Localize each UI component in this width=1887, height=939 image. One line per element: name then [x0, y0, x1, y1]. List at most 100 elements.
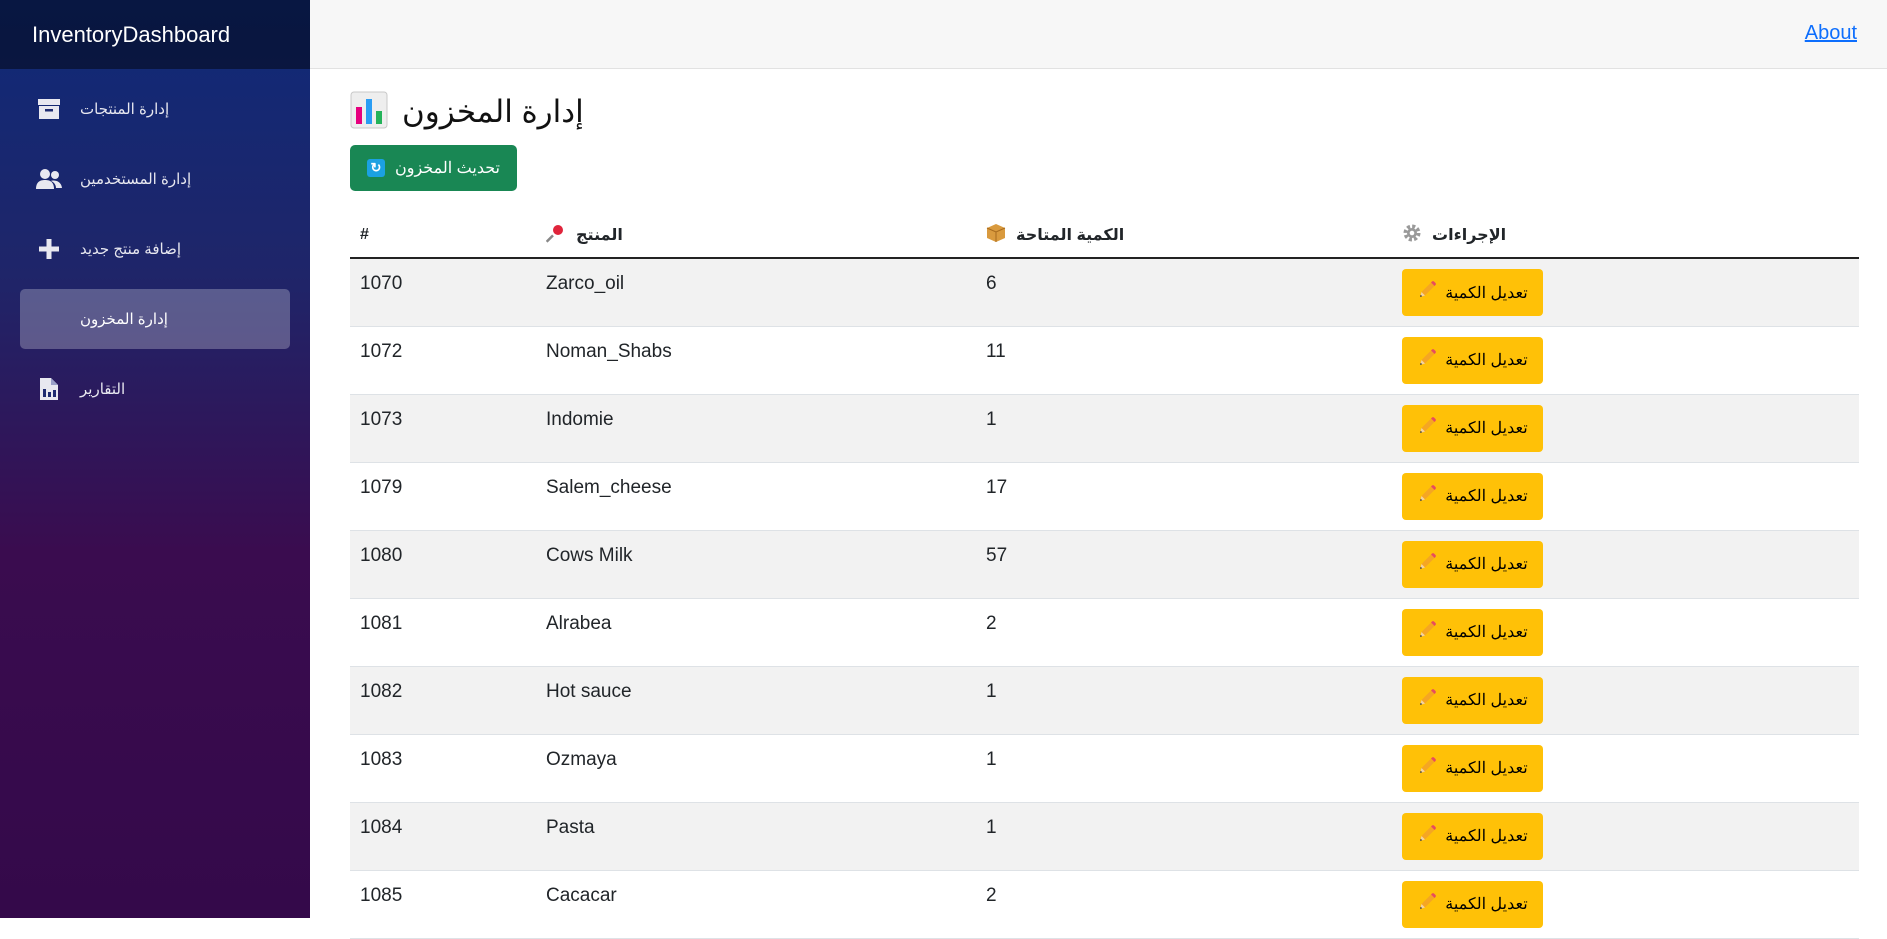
cell-product: Alrabea: [536, 598, 976, 667]
edit-quantity-label: تعديل الكمية: [1445, 352, 1528, 369]
top-bar: About: [310, 0, 1887, 69]
sidebar-item-users[interactable]: إدارة المستخدمين: [20, 149, 290, 209]
sidebar-item-label: إدارة المنتجات: [80, 101, 170, 118]
table-row: 1082 Hot sauce 1 تعديل الكمية: [350, 666, 1859, 735]
sidebar-item-inventory[interactable]: إدارة المخزون: [20, 289, 290, 349]
cell-product: Pasta: [536, 802, 976, 871]
pencil-icon: [1417, 756, 1437, 781]
edit-quantity-button[interactable]: تعديل الكمية: [1402, 472, 1543, 520]
column-header-id: #: [350, 213, 536, 259]
report-document-icon: [36, 376, 62, 402]
cell-actions: تعديل الكمية: [1392, 258, 1859, 327]
cell-id: 1082: [350, 666, 536, 735]
cell-id: 1070: [350, 258, 536, 327]
table-row: 1073 Indomie 1 تعديل الكمية: [350, 394, 1859, 463]
edit-quantity-label: تعديل الكمية: [1445, 896, 1528, 913]
table-header-row: # المنتج الكمية المتاحة الإجراءات: [350, 213, 1859, 259]
sidebar-item-add-product[interactable]: إضافة منتج جديد: [20, 219, 290, 279]
page-title-row: إدارة المخزون: [350, 91, 1859, 134]
sidebar-item-label: إضافة منتج جديد: [80, 241, 181, 258]
cell-id: 1083: [350, 734, 536, 803]
edit-quantity-label: تعديل الكمية: [1445, 828, 1528, 845]
cell-quantity: 2: [976, 598, 1392, 667]
cell-id: 1073: [350, 394, 536, 463]
cell-actions: تعديل الكمية: [1392, 870, 1859, 939]
cell-id: 1072: [350, 326, 536, 395]
table-row: 1084 Pasta 1 تعديل الكمية: [350, 802, 1859, 871]
pencil-icon: [1417, 688, 1437, 713]
main-content: إدارة المخزون ↻ تحديث المخزون # المنتج ا…: [350, 69, 1859, 939]
edit-quantity-button[interactable]: تعديل الكمية: [1402, 540, 1543, 588]
table-row: 1079 Salem_cheese 17 تعديل الكمية: [350, 462, 1859, 531]
cell-actions: تعديل الكمية: [1392, 802, 1859, 871]
sidebar-item-label: التقارير: [80, 381, 126, 398]
pencil-icon: [1417, 552, 1437, 577]
cell-id: 1084: [350, 802, 536, 871]
refresh-inventory-button[interactable]: ↻ تحديث المخزون: [350, 145, 517, 191]
sidebar-item-label: إدارة المخزون: [80, 311, 168, 328]
cell-quantity: 1: [976, 802, 1392, 871]
cell-quantity: 11: [976, 326, 1392, 395]
cell-actions: تعديل الكمية: [1392, 666, 1859, 735]
inventory-table: # المنتج الكمية المتاحة الإجراءات 1070 Z…: [350, 213, 1859, 939]
table-row: 1083 Ozmaya 1 تعديل الكمية: [350, 734, 1859, 803]
cell-actions: تعديل الكمية: [1392, 734, 1859, 803]
sidebar: InventoryDashboard إدارة المنتجات إدارة …: [0, 0, 310, 918]
bar-chart-icon: [350, 91, 388, 134]
edit-quantity-label: تعديل الكمية: [1445, 284, 1528, 302]
cell-quantity: 2: [976, 870, 1392, 939]
edit-quantity-button[interactable]: تعديل الكمية: [1402, 880, 1543, 928]
edit-quantity-button[interactable]: تعديل الكمية: [1402, 404, 1543, 452]
sidebar-nav: إدارة المنتجات إدارة المستخدمين إضافة من…: [0, 79, 310, 419]
pencil-icon: [1417, 892, 1437, 917]
table-row: 1070 Zarco_oil 6 تعديل الكمية: [350, 258, 1859, 327]
cell-id: 1080: [350, 530, 536, 599]
cell-quantity: 1: [976, 394, 1392, 463]
edit-quantity-button[interactable]: تعديل الكمية: [1402, 336, 1543, 384]
edit-quantity-label: تعديل الكمية: [1445, 488, 1528, 505]
refresh-button-label: تحديث المخزون: [395, 160, 500, 177]
pushpin-icon: [545, 223, 566, 248]
pencil-icon: [1417, 280, 1437, 305]
cell-quantity: 17: [976, 462, 1392, 531]
gear-icon: [1402, 223, 1422, 248]
edit-quantity-button[interactable]: تعديل الكمية: [1402, 269, 1543, 316]
edit-quantity-button[interactable]: تعديل الكمية: [1402, 812, 1543, 860]
brand-title[interactable]: InventoryDashboard: [0, 0, 310, 69]
column-header-actions: الإجراءات: [1392, 213, 1859, 259]
about-link[interactable]: About: [1805, 22, 1857, 45]
pencil-icon: [1417, 484, 1437, 509]
cell-product: Zarco_oil: [536, 258, 976, 327]
cell-product: Noman_Shabs: [536, 326, 976, 395]
edit-quantity-button[interactable]: تعديل الكمية: [1402, 744, 1543, 792]
refresh-icon: ↻: [367, 159, 385, 177]
sidebar-item-reports[interactable]: التقارير: [20, 359, 290, 419]
cell-product: Cacacar: [536, 870, 976, 939]
cell-actions: تعديل الكمية: [1392, 462, 1859, 531]
edit-quantity-button[interactable]: تعديل الكمية: [1402, 608, 1543, 656]
archive-box-icon: [36, 96, 62, 122]
plus-icon: [36, 236, 62, 262]
cell-actions: تعديل الكمية: [1392, 598, 1859, 667]
table-row: 1080 Cows Milk 57 تعديل الكمية: [350, 530, 1859, 599]
users-icon: [36, 166, 62, 192]
sidebar-item-label: إدارة المستخدمين: [80, 171, 192, 188]
edit-quantity-label: تعديل الكمية: [1445, 420, 1528, 437]
edit-quantity-button[interactable]: تعديل الكمية: [1402, 676, 1543, 724]
edit-quantity-label: تعديل الكمية: [1445, 624, 1528, 641]
page-title: إدارة المخزون: [402, 94, 584, 129]
edit-quantity-label: تعديل الكمية: [1445, 556, 1528, 573]
inventory-table-body: 1070 Zarco_oil 6 تعديل الكمية 1072 Noman_Shab…: [350, 258, 1859, 939]
pencil-icon: [1417, 620, 1437, 645]
cell-quantity: 57: [976, 530, 1392, 599]
pencil-icon: [1417, 348, 1437, 373]
cell-actions: تعديل الكمية: [1392, 530, 1859, 599]
cell-quantity: 1: [976, 734, 1392, 803]
column-header-product: المنتج: [536, 213, 976, 259]
sidebar-item-products[interactable]: إدارة المنتجات: [20, 79, 290, 139]
table-row: 1072 Noman_Shabs 11 تعديل الكمية: [350, 326, 1859, 395]
package-icon: [986, 223, 1006, 248]
cell-id: 1081: [350, 598, 536, 667]
column-header-quantity: الكمية المتاحة: [976, 213, 1392, 259]
pencil-icon: [1417, 416, 1437, 441]
